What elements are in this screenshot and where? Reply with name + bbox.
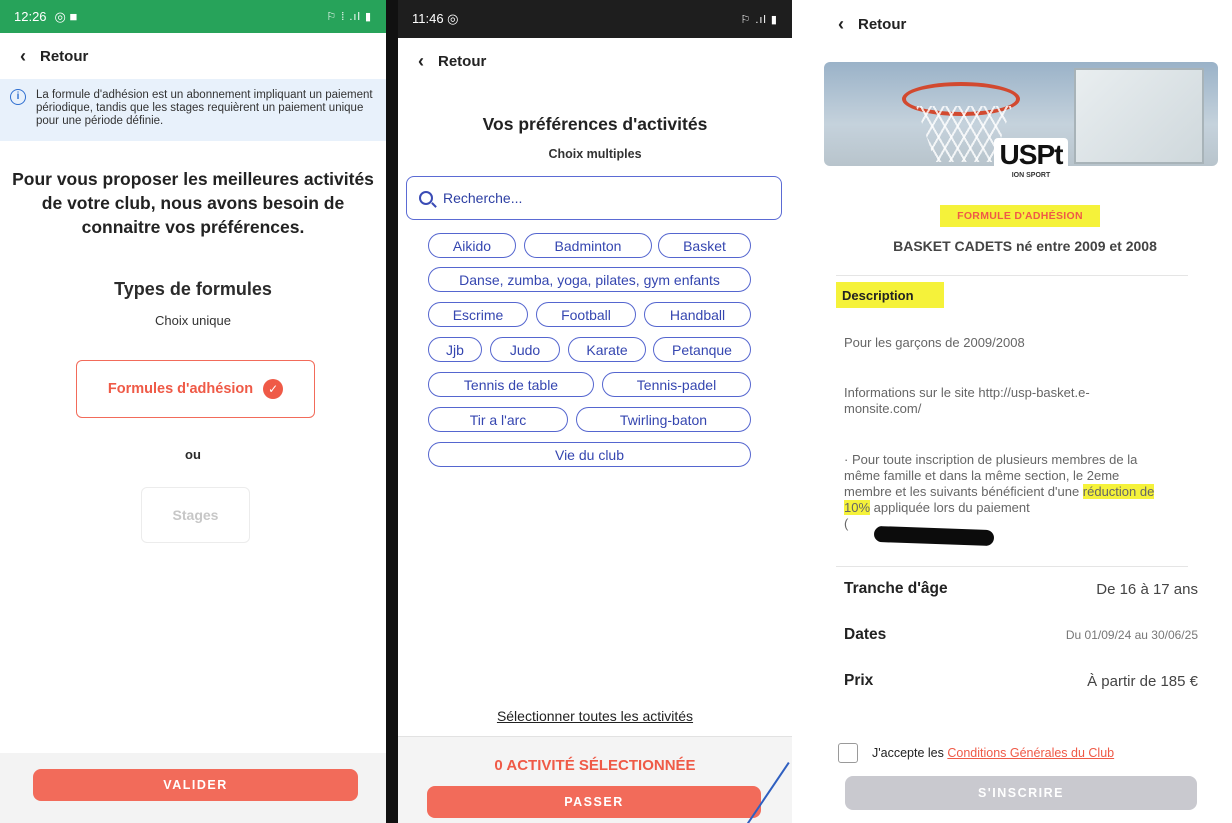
chip-tennis-padel[interactable]: Tennis-padel <box>602 372 751 397</box>
option-stages-button[interactable]: Stages <box>141 487 250 543</box>
chip-football[interactable]: Football <box>536 302 636 327</box>
accept-terms-checkbox[interactable] <box>838 743 858 763</box>
chip-judo[interactable]: Judo <box>490 337 560 362</box>
back-button[interactable]: ‹ Retour <box>0 33 386 79</box>
section-title: Types de formules <box>114 279 272 299</box>
terms-link[interactable]: Conditions Générales du Club <box>947 746 1114 760</box>
discount-text-end: appliquée lors du paiement <box>870 500 1030 515</box>
description-website: Informations sur le site http://usp-bask… <box>844 385 1090 416</box>
chip-tir-a-larc[interactable]: Tir a l'arc <box>428 407 568 432</box>
page-title: Vos préférences d'activités <box>482 114 708 134</box>
option-stages-label: Stages <box>172 507 219 523</box>
chip-vie-du-club[interactable]: Vie du club <box>428 442 751 467</box>
screen-separator <box>386 0 398 823</box>
backboard-shape <box>1074 68 1204 164</box>
price-row: Prix À partir de 185 € <box>844 672 1198 690</box>
select-all-link[interactable]: Sélectionner toutes les activités <box>398 708 792 724</box>
screen-activity-preferences: 11:46 ◎ ⚐ .ıl ▮ ‹ Retour Vos préférences… <box>398 0 792 823</box>
dates-row: Dates Du 01/09/24 au 30/06/25 <box>844 626 1198 644</box>
info-banner: i La formule d'adhésion est un abonnemen… <box>0 79 386 141</box>
status-bar: 12:26 ◎ ■ ⚐ ⁞ .ıl ▮ <box>0 0 386 33</box>
chip-twirling-baton[interactable]: Twirling-baton <box>576 407 751 432</box>
section-subtitle: Choix unique <box>155 313 231 328</box>
search-placeholder: Recherche... <box>443 190 523 206</box>
chevron-left-icon: ‹ <box>20 45 26 66</box>
option-adhesion-button[interactable]: Formules d'adhésion ✓ <box>76 360 315 418</box>
description-discount: · Pour toute inscription de plusieurs me… <box>844 452 1162 532</box>
option-adhesion-label: Formules d'adhésion <box>107 381 254 397</box>
chip-escrime[interactable]: Escrime <box>428 302 528 327</box>
chip-petanque[interactable]: Petanque <box>653 337 751 362</box>
or-separator: ou <box>185 447 201 462</box>
screen-formula-detail: ‹ Retour USPt ION SPORT FORMULE D'ADHÉSI… <box>818 0 1232 823</box>
chip-danse[interactable]: Danse, zumba, yoga, pilates, gym enfants <box>428 267 751 292</box>
terms-row: J'accepte les Conditions Générales du Cl… <box>838 743 1114 763</box>
chevron-left-icon: ‹ <box>838 13 844 34</box>
info-text: La formule d'adhésion est un abonnement … <box>36 89 373 127</box>
back-button[interactable]: ‹ Retour <box>818 0 1232 48</box>
register-button[interactable]: S'INSCRIRE <box>845 776 1197 810</box>
price-value: À partir de 185 € <box>1087 672 1198 690</box>
price-label: Prix <box>844 672 874 689</box>
screen-formula-type: 12:26 ◎ ■ ⚐ ⁞ .ıl ▮ ‹ Retour i La formul… <box>0 0 386 823</box>
accept-prefix: J'accepte les <box>872 746 948 760</box>
selected-count: 0 ACTIVITÉ SÉLECTIONNÉE <box>494 757 696 774</box>
signal-battery-icons: ⚐ .ıl ▮ <box>740 13 778 26</box>
search-input[interactable]: Recherche... <box>406 176 782 220</box>
age-row: Tranche d'âge De 16 à 17 ans <box>844 580 1198 598</box>
chevron-left-icon: ‹ <box>418 50 424 71</box>
description-line: Pour les garçons de 2009/2008 <box>844 335 1025 350</box>
search-icon <box>419 191 433 205</box>
age-value: De 16 à 17 ans <box>1096 580 1198 598</box>
dates-value: Du 01/09/24 au 30/06/25 <box>1065 628 1198 642</box>
chip-jjb[interactable]: Jjb <box>428 337 482 362</box>
chip-badminton[interactable]: Badminton <box>524 233 652 258</box>
info-icon: i <box>10 89 26 105</box>
logo-subtext: ION SPORT <box>1011 172 1051 179</box>
checkmark-icon: ✓ <box>263 379 284 399</box>
chip-basket[interactable]: Basket <box>658 233 751 258</box>
validate-button[interactable]: VALIDER <box>33 769 358 801</box>
page-subtitle: Choix multiples <box>548 147 642 161</box>
notification-icons: ◎ ■ <box>54 8 78 24</box>
footer-bar: VALIDER <box>0 753 386 823</box>
chip-karate[interactable]: Karate <box>568 337 646 362</box>
status-time: 12:26 <box>14 9 47 24</box>
discount-text-paren: ( <box>844 516 849 531</box>
signal-battery-icons: ⚐ ⁞ .ıl ▮ <box>326 11 372 23</box>
chip-tennis-de-table[interactable]: Tennis de table <box>428 372 594 397</box>
formula-type-badge: FORMULE D'ADHÉSION <box>940 205 1100 227</box>
accept-terms-text: J'accepte les Conditions Générales du Cl… <box>872 746 1114 760</box>
back-label: Retour <box>438 52 487 70</box>
dates-label: Dates <box>844 626 887 643</box>
footer-bar: 0 ACTIVITÉ SÉLECTIONNÉE PASSER <box>398 736 792 823</box>
formula-title: BASKET CADETS né entre 2009 et 2008 <box>893 238 1157 254</box>
redaction-scribble <box>873 525 995 547</box>
description-label: Description <box>836 282 944 308</box>
back-label: Retour <box>858 15 907 33</box>
skip-button[interactable]: PASSER <box>427 786 761 818</box>
chip-aikido[interactable]: Aikido <box>428 233 516 258</box>
club-logo: USPt ION SPORT <box>994 138 1068 198</box>
intro-text: Pour vous proposer les meilleures activi… <box>12 169 374 237</box>
divider <box>836 275 1188 276</box>
screen-separator <box>792 0 818 823</box>
logo-text: USPt <box>999 139 1064 170</box>
status-time: 11:46 ◎ <box>412 11 459 26</box>
back-button[interactable]: ‹ Retour <box>398 38 792 84</box>
divider <box>836 566 1188 567</box>
status-bar: 11:46 ◎ ⚐ .ıl ▮ <box>398 0 792 38</box>
chip-handball[interactable]: Handball <box>644 302 751 327</box>
age-label: Tranche d'âge <box>844 580 948 597</box>
back-label: Retour <box>40 47 89 65</box>
